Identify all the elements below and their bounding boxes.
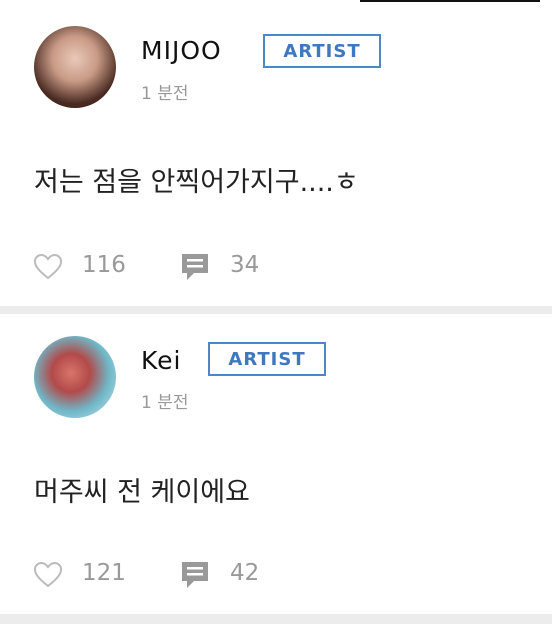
post-divider bbox=[0, 306, 552, 314]
comment-count: 42 bbox=[230, 560, 260, 586]
avatar[interactable] bbox=[34, 26, 116, 108]
speech-bubble-icon[interactable] bbox=[180, 252, 210, 282]
comment-count: 34 bbox=[230, 252, 260, 278]
speech-bubble-icon[interactable] bbox=[180, 560, 210, 590]
like-count: 116 bbox=[82, 252, 126, 278]
artist-badge: ARTIST bbox=[208, 342, 326, 376]
author-name[interactable]: MIJOO bbox=[141, 36, 222, 65]
author-name[interactable]: Kei bbox=[141, 346, 181, 375]
heart-outline-icon[interactable] bbox=[34, 254, 62, 280]
post-divider bbox=[0, 614, 552, 624]
heart-outline-icon[interactable] bbox=[34, 562, 62, 588]
post-text: 저는 점을 안찍어가지구....ㅎ bbox=[34, 167, 359, 198]
like-count: 121 bbox=[82, 560, 126, 586]
artist-badge: ARTIST bbox=[263, 34, 381, 68]
post-time: 1 분전 bbox=[141, 393, 189, 413]
comment-post: Kei ARTIST 1 분전 머주씨 전 케이에요 121 42 bbox=[0, 314, 552, 614]
avatar[interactable] bbox=[34, 336, 116, 418]
post-text: 머주씨 전 케이에요 bbox=[34, 477, 250, 508]
comment-post: MIJOO ARTIST 1 분전 저는 점을 안찍어가지구....ㅎ 116 … bbox=[0, 0, 552, 306]
post-time: 1 분전 bbox=[141, 84, 189, 104]
